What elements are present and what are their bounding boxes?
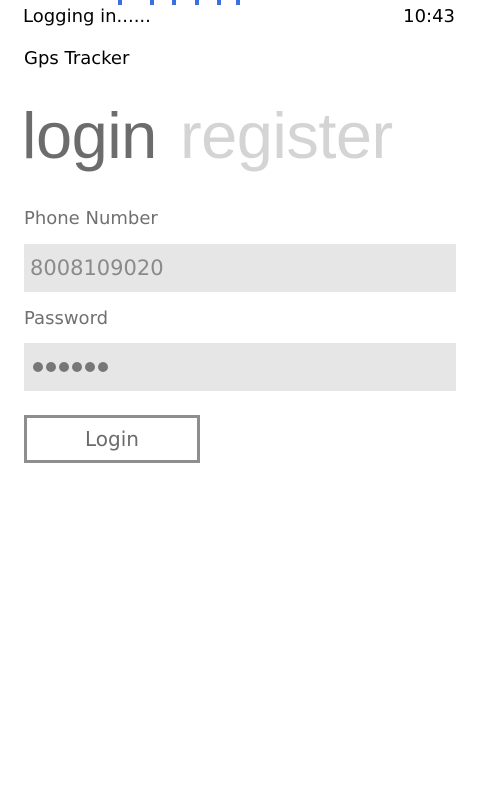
password-dot-icon (98, 362, 108, 372)
pivot-tab-login[interactable]: login (22, 96, 157, 176)
password-input[interactable] (24, 343, 456, 391)
phone-number-label: Phone Number (24, 208, 158, 229)
pivot-headers: login register (22, 96, 411, 178)
password-dot-icon (59, 362, 69, 372)
pivot-tab-register[interactable]: register (180, 96, 393, 176)
app-title: Gps Tracker (24, 48, 130, 69)
password-label: Password (24, 308, 109, 329)
status-message: Logging in...... (23, 6, 151, 27)
password-dot-icon (33, 362, 43, 372)
status-bar: Logging in...... 10:43 (0, 0, 480, 34)
password-dot-icon (72, 362, 82, 372)
status-time: 10:43 (403, 6, 455, 27)
password-dot-icon (85, 362, 95, 372)
password-dot-icon (46, 362, 56, 372)
phone-number-input[interactable] (24, 244, 456, 292)
login-button[interactable]: Login (24, 415, 200, 463)
